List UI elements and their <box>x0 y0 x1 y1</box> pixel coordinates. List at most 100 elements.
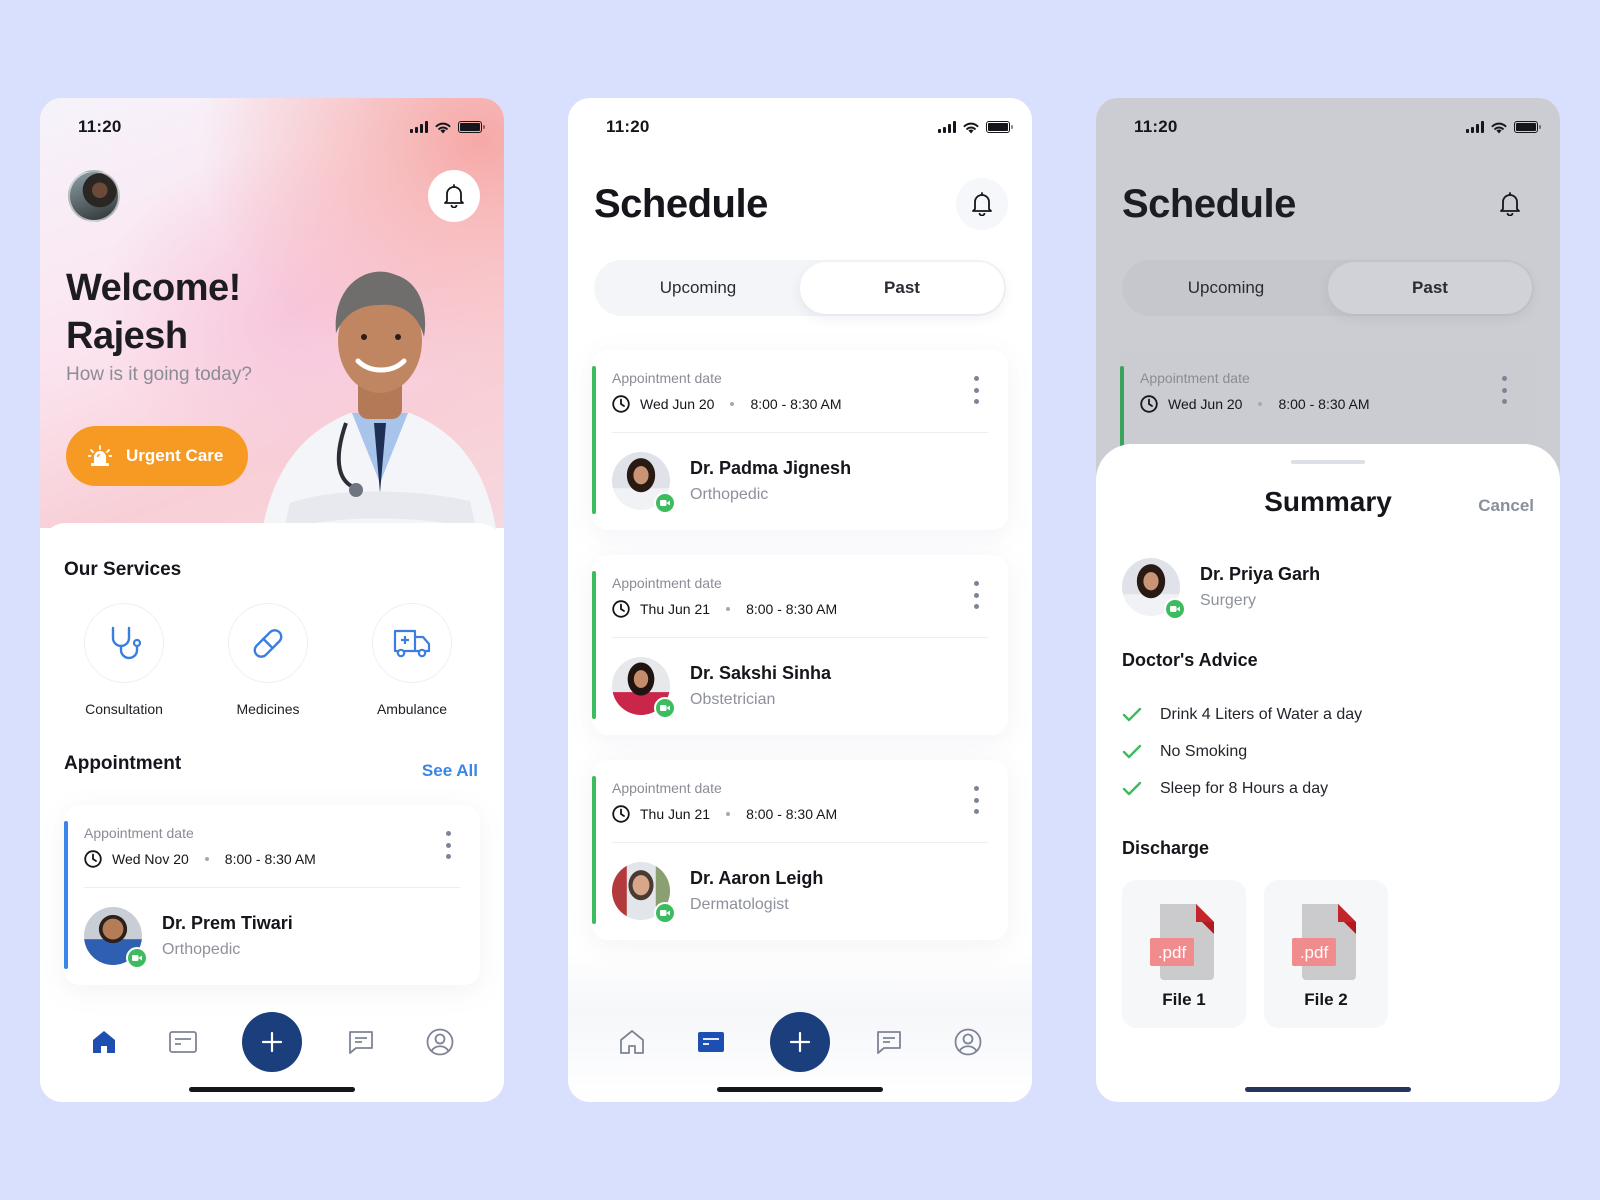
appointment-time: 8:00 - 8:30 AM <box>1278 396 1370 412</box>
service-label: Medicines <box>236 701 300 717</box>
check-icon <box>1122 781 1142 795</box>
summary-sheet: Summary Cancel Dr. Priya Garh Surgery Do… <box>1096 444 1560 1102</box>
video-badge <box>654 902 676 924</box>
add-button[interactable] <box>241 1012 302 1072</box>
add-button[interactable] <box>769 1012 830 1072</box>
nav-profile[interactable] <box>420 1022 460 1062</box>
appointment-time: 8:00 - 8:30 AM <box>746 806 838 822</box>
schedule-tabs: Upcoming Past <box>594 260 1006 316</box>
appointment-card[interactable]: Appointment date Thu Jun 21 8:00 - 8:30 … <box>592 760 1008 940</box>
cancel-button[interactable]: Cancel <box>1478 496 1534 516</box>
video-icon <box>132 955 142 961</box>
status-time: 11:20 <box>78 117 122 136</box>
profile-icon <box>426 1028 454 1056</box>
video-icon <box>660 500 670 506</box>
tab-past[interactable]: Past <box>800 262 1004 314</box>
stethoscope-icon <box>111 626 142 660</box>
nav-schedule[interactable] <box>691 1022 731 1062</box>
service-medicines[interactable]: Medicines <box>208 603 328 717</box>
sheet-grabber[interactable] <box>1291 460 1365 464</box>
clock-icon <box>1140 395 1158 413</box>
nav-messages[interactable] <box>341 1022 381 1062</box>
signal-icon <box>1466 121 1484 133</box>
status-time: 11:20 <box>1134 117 1178 136</box>
doctor-name: Dr. Prem Tiwari <box>162 913 293 933</box>
doctor-illustration <box>260 271 498 543</box>
doctor-avatar <box>612 657 676 719</box>
nav-messages[interactable] <box>869 1022 909 1062</box>
svg-text:.pdf: .pdf <box>1158 943 1187 962</box>
tab-upcoming[interactable]: Upcoming <box>1124 262 1328 314</box>
file-tile[interactable]: .pdf File 2 <box>1264 880 1388 1028</box>
nav-home[interactable] <box>612 1022 652 1062</box>
appointment-card[interactable]: Appointment date Wed Jun 20 8:00 - 8:30 … <box>592 350 1008 530</box>
doctor-name: Dr. Padma Jignesh <box>690 458 852 478</box>
video-badge <box>654 492 676 514</box>
appointment-time: 8:00 - 8:30 AM <box>746 601 838 617</box>
appointment-label: Appointment date <box>612 780 722 796</box>
user-name: Rajesh <box>66 315 188 357</box>
wifi-icon <box>1491 122 1507 134</box>
bottom-nav <box>568 1010 1032 1074</box>
appointment-accent-bar <box>592 571 596 719</box>
video-icon <box>1170 606 1180 612</box>
appointment-card[interactable]: Appointment date Wed Nov 20 8:00 - 8:30 … <box>64 805 480 985</box>
service-label: Consultation <box>85 701 163 717</box>
appointment-date: Wed Nov 20 <box>112 851 189 867</box>
doctor-avatar <box>612 452 676 514</box>
doctor-avatar <box>84 907 148 969</box>
service-consultation[interactable]: Consultation <box>64 603 184 717</box>
more-options-button[interactable] <box>970 581 982 609</box>
more-options-button[interactable] <box>970 376 982 404</box>
more-options-button[interactable] <box>442 831 454 859</box>
pill-icon <box>253 629 283 658</box>
appointment-card[interactable]: Appointment date Thu Jun 21 8:00 - 8:30 … <box>592 555 1008 735</box>
pdf-file-icon: .pdf <box>1292 904 1356 980</box>
status-bar: 11:20 <box>78 116 485 138</box>
home-icon <box>92 1031 115 1053</box>
clock-icon <box>612 600 630 618</box>
appointment-accent-bar <box>64 821 68 969</box>
clock-icon <box>612 395 630 413</box>
file-tile[interactable]: .pdf File 1 <box>1122 880 1246 1028</box>
page-title: Schedule <box>1122 182 1296 226</box>
notification-button[interactable] <box>956 178 1008 230</box>
nav-profile[interactable] <box>948 1022 988 1062</box>
appointment-time: 8:00 - 8:30 AM <box>750 396 842 412</box>
more-options-button[interactable] <box>970 786 982 814</box>
doctor-specialty: Surgery <box>1200 592 1257 609</box>
appointment-label: Appointment date <box>84 825 194 841</box>
urgent-care-button[interactable]: Urgent Care <box>66 426 248 486</box>
calendar-card-icon <box>697 1032 724 1052</box>
home-screen: 11:20 Welcome! Rajesh How is it going to… <box>40 98 504 1102</box>
appointment-date: Wed Jun 20 <box>640 396 715 412</box>
notification-button[interactable] <box>428 170 480 222</box>
see-all-link[interactable]: See All <box>422 761 478 781</box>
status-bar: 11:20 <box>1134 116 1541 138</box>
appointment-datetime: Wed Jun 20 8:00 - 8:30 AM <box>1140 395 1370 413</box>
profile-icon <box>954 1028 982 1056</box>
more-options-button[interactable] <box>1498 376 1510 404</box>
home-indicator <box>189 1087 355 1092</box>
signal-icon <box>938 121 956 133</box>
appointment-title: Appointment <box>64 753 182 774</box>
wifi-icon <box>963 122 979 134</box>
greeting-line: Welcome! <box>66 267 241 309</box>
tab-past[interactable]: Past <box>1328 262 1532 314</box>
notification-button[interactable] <box>1484 178 1536 230</box>
nav-schedule[interactable] <box>163 1022 203 1062</box>
video-icon <box>660 910 670 916</box>
tab-upcoming[interactable]: Upcoming <box>596 262 800 314</box>
appointment-date: Thu Jun 21 <box>640 601 711 617</box>
file-name: File 2 <box>1304 990 1348 1009</box>
appointment-accent-bar <box>592 776 596 924</box>
user-avatar[interactable] <box>68 170 120 222</box>
appointment-datetime: Wed Jun 20 8:00 - 8:30 AM <box>612 395 842 413</box>
appointment-label: Appointment date <box>1140 370 1250 386</box>
nav-home[interactable] <box>84 1022 124 1062</box>
doctor-avatar <box>1122 558 1186 620</box>
doctor-specialty: Obstetrician <box>690 691 776 708</box>
appointment-date: Wed Jun 20 <box>1168 396 1243 412</box>
doctor-specialty: Orthopedic <box>162 941 241 958</box>
service-ambulance[interactable]: Ambulance <box>352 603 472 717</box>
